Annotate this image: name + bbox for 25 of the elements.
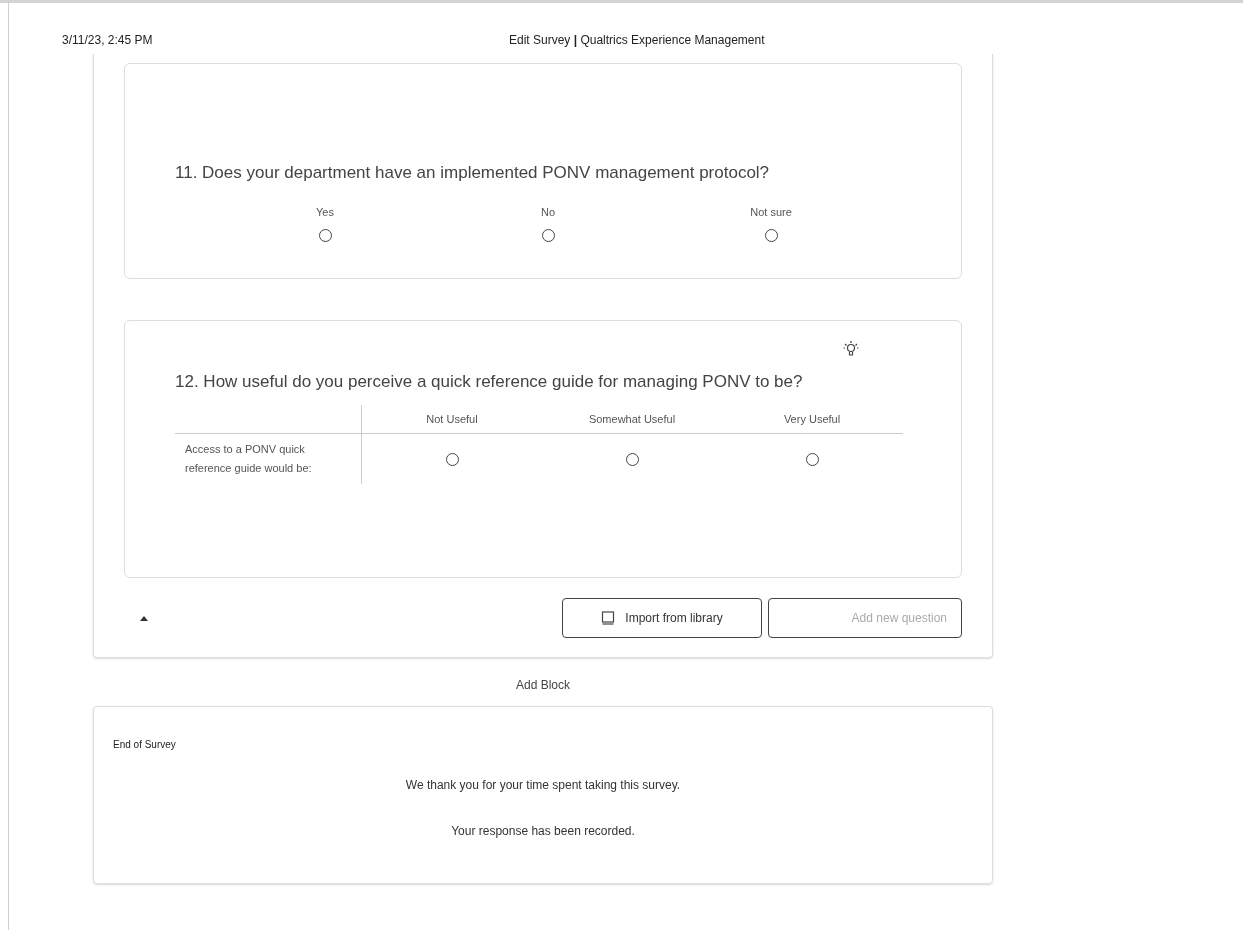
end-message: Your response has been recorded.	[451, 823, 635, 840]
add-block-link[interactable]: Add Block	[516, 676, 570, 694]
radio-button[interactable]	[318, 229, 332, 242]
question-text: 11. Does your department have an implemented PONV management protocol?	[175, 162, 771, 184]
end-message: We thank you for your time spent taking this survey.	[405, 777, 681, 794]
lightbulb-icon	[841, 339, 861, 359]
column-header: Somewhat Useful	[588, 411, 676, 427]
card-title: End of Survey	[113, 738, 177, 752]
print-date: 3/11/23, 2:45 PM	[62, 32, 154, 49]
question-text: 12. How useful do you perceive a quick reference guide for managing PONV to be?	[175, 371, 804, 393]
row-statement: Access to a PONV quick reference guide would be:	[185, 442, 313, 476]
import-button[interactable]: Import from library	[562, 598, 762, 638]
page-title: Edit Survey | Qualtrics Experience Management	[509, 32, 765, 49]
book-icon	[601, 611, 616, 625]
column-header: Not Useful	[426, 411, 478, 427]
radio-button[interactable]	[541, 229, 555, 242]
collapse-icon[interactable]	[140, 615, 148, 621]
radio-button[interactable]	[625, 452, 639, 466]
choice-label: No	[540, 204, 556, 220]
radio-button[interactable]	[805, 452, 819, 466]
radio-button[interactable]	[764, 229, 778, 242]
choice-label: Not sure	[750, 204, 792, 220]
radio-button[interactable]	[445, 452, 459, 466]
column-header: Very Useful	[783, 411, 841, 427]
choice-label: Yes	[316, 204, 334, 220]
